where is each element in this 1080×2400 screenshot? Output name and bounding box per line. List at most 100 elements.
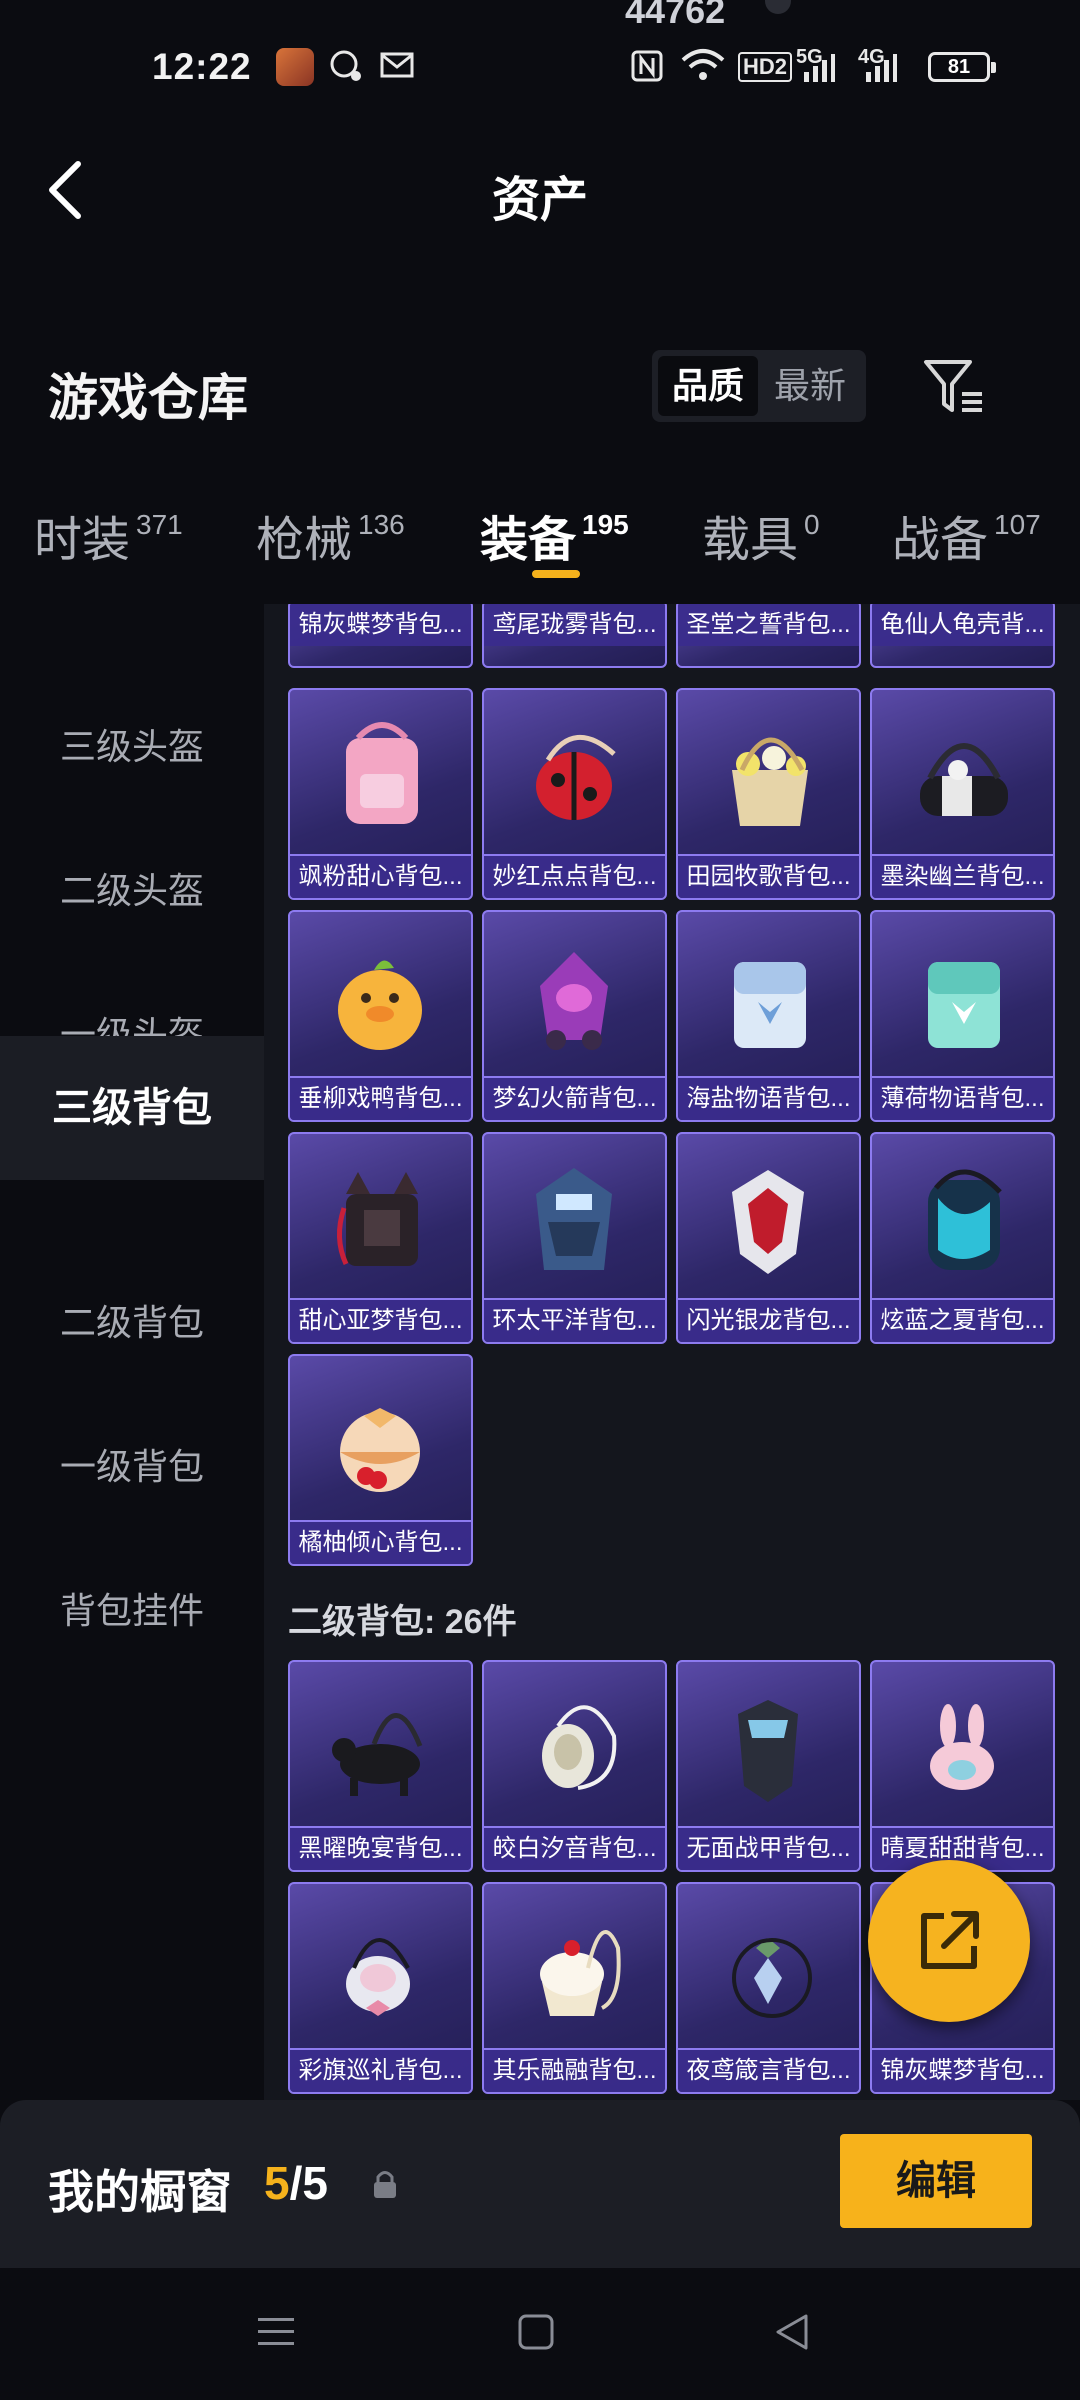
- showcase-label: 我的橱窗: [48, 2166, 232, 2218]
- item-card[interactable]: 鸢尾珑雾背包...: [482, 604, 667, 668]
- battery-indicator: 81: [928, 52, 996, 82]
- menu-icon[interactable]: [256, 2312, 296, 2352]
- mech-backpack-icon: [536, 1168, 612, 1270]
- duck-backpack-icon: [338, 960, 422, 1050]
- item-card[interactable]: 垂柳戏鸭背包...: [288, 910, 473, 1122]
- pink-backpack-icon: [346, 722, 418, 824]
- item-card[interactable]: 薄荷物语背包...: [870, 910, 1055, 1122]
- tab-equipment[interactable]: 装备 195: [480, 500, 629, 570]
- mint-backpack-icon: [928, 962, 1000, 1048]
- showcase-count-separator: /: [289, 2157, 303, 2209]
- silver-dragon-backpack-icon: [732, 1170, 804, 1274]
- tab-count: 0: [804, 509, 820, 540]
- item-card[interactable]: 梦幻火箭背包...: [482, 910, 667, 1122]
- back-nav-icon[interactable]: [772, 2312, 812, 2352]
- item-name: 鸢尾珑雾背包...: [484, 604, 665, 646]
- item-card[interactable]: 圣堂之誓背包...: [676, 604, 861, 668]
- game-app-icon: [276, 48, 314, 86]
- item-card[interactable]: 锦灰蝶梦背包...: [288, 604, 473, 668]
- tab-label: 时装: [34, 514, 131, 567]
- item-name: 环太平洋背包...: [484, 1298, 665, 1342]
- active-tab-indicator: [532, 570, 580, 578]
- item-card[interactable]: 龟仙人龟壳背...: [870, 604, 1055, 668]
- showcase-bar: 我的橱窗 5/5 编辑: [0, 2100, 1080, 2268]
- item-card[interactable]: 夜鸢箴言背包...: [676, 1882, 861, 2094]
- sort-toggle: 品质 最新: [652, 350, 866, 422]
- item-card[interactable]: 飒粉甜心背包...: [288, 688, 473, 900]
- sort-quality-button[interactable]: 品质: [658, 356, 758, 416]
- item-name: 墨染幽兰背包...: [872, 854, 1053, 898]
- faceless-armor-backpack-icon: [738, 1700, 798, 1802]
- item-card[interactable]: 炫蓝之夏背包...: [870, 1132, 1055, 1344]
- item-name: 彩旗巡礼背包...: [290, 2048, 471, 2092]
- tab-count: 371: [136, 509, 183, 540]
- item-name: 田园牧歌背包...: [678, 854, 859, 898]
- sidebar-item-level2-helmet[interactable]: 二级头盔: [0, 820, 264, 962]
- item-name: 龟仙人龟壳背...: [872, 604, 1053, 646]
- sort-newest-button[interactable]: 最新: [760, 356, 860, 416]
- item-name: 炫蓝之夏背包...: [872, 1298, 1053, 1342]
- item-card[interactable]: 其乐融融背包...: [482, 1882, 667, 2094]
- item-card[interactable]: 皎白汐音背包...: [482, 1660, 667, 1872]
- item-name: 薄荷物语背包...: [872, 1076, 1053, 1120]
- tab-supplies[interactable]: 战备 107: [892, 500, 1041, 570]
- item-name: 夜鸢箴言背包...: [678, 2048, 859, 2092]
- sidebar-item-level3-helmet[interactable]: 三级头盔: [0, 676, 264, 818]
- equipment-sidebar: 三级头盔 二级头盔 一级头盔 三级背包 二级背包 一级背包 背包挂件: [0, 604, 264, 2104]
- obsidian-dog-backpack-icon: [332, 1713, 423, 1796]
- chat-notification-icon: [330, 50, 361, 81]
- item-card[interactable]: 环太平洋背包...: [482, 1132, 667, 1344]
- item-name: 无面战甲背包...: [678, 1826, 859, 1870]
- home-icon[interactable]: [516, 2312, 556, 2352]
- status-time: 12:22: [152, 46, 252, 87]
- item-card[interactable]: 闪光银龙背包...: [676, 1132, 861, 1344]
- edit-button[interactable]: 编辑: [840, 2134, 1032, 2228]
- item-card[interactable]: 海盐物语背包...: [676, 910, 861, 1122]
- status-top-number: 44762: [625, 0, 726, 31]
- sidebar-item-level1-backpack[interactable]: 一级背包: [0, 1396, 264, 1538]
- item-card[interactable]: 无面战甲背包...: [676, 1660, 861, 1872]
- signal-5g-icon: [804, 54, 835, 82]
- item-name: 垂柳戏鸭背包...: [290, 1076, 471, 1120]
- basket-backpack-icon: [732, 737, 808, 826]
- item-card[interactable]: 橘柚倾心背包...: [288, 1354, 473, 1566]
- system-nav-bar: [0, 2268, 1080, 2400]
- warehouse-heading: 游戏仓库: [48, 370, 248, 426]
- share-button[interactable]: [868, 1860, 1030, 2022]
- nfc-icon: [631, 50, 663, 82]
- item-card[interactable]: 甜心亚梦背包...: [288, 1132, 473, 1344]
- filter-icon[interactable]: [922, 358, 988, 418]
- tab-firearms[interactable]: 枪械 136: [256, 500, 405, 570]
- lock-icon: [374, 2171, 396, 2198]
- item-name: 飒粉甜心背包...: [290, 854, 471, 898]
- item-name: 其乐融融背包...: [484, 2048, 665, 2092]
- item-card[interactable]: 妙红点点背包...: [482, 688, 667, 900]
- category-tabs: 时装 371 枪械 136 装备 195 载具 0 战备 107: [0, 490, 1080, 600]
- item-card[interactable]: 彩旗巡礼背包...: [288, 1882, 473, 2094]
- flag-backpack-icon: [346, 1938, 410, 2016]
- item-name: 锦灰蝶梦背包...: [872, 2048, 1053, 2092]
- item-card[interactable]: 田园牧歌背包...: [676, 688, 861, 900]
- item-card[interactable]: 晴夏甜甜背包...: [870, 1660, 1055, 1872]
- sidebar-item-level2-backpack[interactable]: 二级背包: [0, 1252, 264, 1394]
- citrus-backpack-icon: [340, 1408, 420, 1492]
- status-top-dot: [765, 0, 791, 14]
- item-name: 黑曜晚宴背包...: [290, 1826, 471, 1870]
- item-name: 锦灰蝶梦背包...: [290, 604, 471, 646]
- tab-count: 136: [358, 509, 405, 540]
- sidebar-item-level3-backpack[interactable]: 三级背包: [0, 1036, 264, 1180]
- mail-notification-icon: [380, 52, 414, 78]
- rocket-backpack-icon: [540, 952, 608, 1050]
- tab-label: 枪械: [256, 514, 353, 567]
- sidebar-item-backpack-pendant[interactable]: 背包挂件: [0, 1540, 264, 1682]
- ladybug-backpack-icon: [536, 735, 616, 820]
- signal-4g-icon: [866, 54, 897, 82]
- level2-backpack-heading: 二级背包: 26件: [288, 1603, 517, 1641]
- tab-fashion[interactable]: 时装 371: [34, 500, 183, 570]
- tab-vehicles[interactable]: 载具 0: [702, 500, 820, 570]
- ink-orchid-backpack-icon: [920, 743, 1008, 816]
- item-card[interactable]: 墨染幽兰背包...: [870, 688, 1055, 900]
- tab-count: 107: [994, 509, 1041, 540]
- showcase-count-total: 5: [302, 2157, 328, 2209]
- item-card[interactable]: 黑曜晚宴背包...: [288, 1660, 473, 1872]
